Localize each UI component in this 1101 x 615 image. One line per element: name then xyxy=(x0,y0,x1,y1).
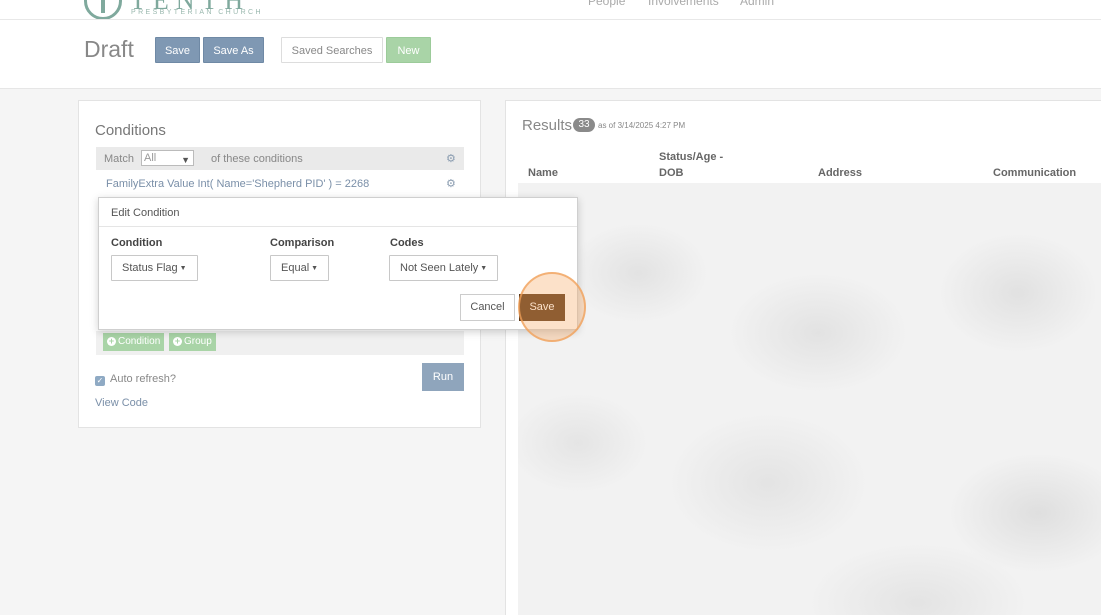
match-bar: Match All ▼ of these conditions ⚙ xyxy=(96,147,464,170)
church-logo-icon[interactable] xyxy=(84,0,122,19)
checkmark-icon[interactable]: ✓ xyxy=(95,376,105,386)
caret-down-icon: ▼ xyxy=(311,265,319,272)
auto-refresh-checkbox[interactable]: ✓ Auto refresh? xyxy=(95,373,176,386)
page-header: Draft Save Save As Saved Searches New xyxy=(0,20,1101,89)
comparison-dropdown[interactable]: Equal ▼ xyxy=(270,255,330,281)
add-group-label: Group xyxy=(184,336,212,347)
blurred-results-table xyxy=(518,183,1101,615)
save-as-button[interactable]: Save As xyxy=(203,37,264,63)
add-group-button[interactable]: + Group xyxy=(169,333,216,351)
cancel-button[interactable]: Cancel xyxy=(460,294,515,321)
page-title: Draft xyxy=(84,36,134,62)
match-select[interactable]: All ▼ xyxy=(141,150,194,166)
add-condition-label: Condition xyxy=(118,336,161,347)
view-code-link[interactable]: View Code xyxy=(95,397,148,409)
column-header-status[interactable]: Status/Age - DOB xyxy=(659,149,729,181)
gear-icon[interactable]: ⚙ xyxy=(446,152,456,165)
codes-dropdown[interactable]: Not Seen Lately ▼ xyxy=(389,255,499,281)
nav-link-admin[interactable]: Admin xyxy=(740,0,774,8)
column-header-communication[interactable]: Communication xyxy=(993,165,1076,181)
caret-down-icon: ▼ xyxy=(480,265,488,272)
results-title: Results xyxy=(522,117,573,134)
dialog-save-button[interactable]: Save xyxy=(519,294,565,321)
conditions-title: Conditions xyxy=(95,122,166,139)
plus-icon: + xyxy=(173,336,182,346)
condition-dropdown[interactable]: Status Flag ▼ xyxy=(111,255,198,281)
logo-subtitle: PRESBYTERIAN CHURCH xyxy=(131,9,263,16)
nav-link-people[interactable]: People xyxy=(588,0,625,8)
edit-condition-dialog: Edit Condition Condition Comparison Code… xyxy=(98,197,578,330)
top-navbar: TENTH PRESBYTERIAN CHURCH People Involve… xyxy=(0,0,1101,20)
match-label: Match xyxy=(104,153,134,165)
results-count-badge: 33 xyxy=(573,118,595,132)
comparison-field-label: Comparison xyxy=(270,237,335,249)
condition-dropdown-value: Status Flag xyxy=(122,262,178,274)
dialog-title: Edit Condition xyxy=(99,198,577,227)
column-header-address[interactable]: Address xyxy=(818,165,862,181)
plus-icon: + xyxy=(107,336,116,346)
condition-text[interactable]: FamilyExtra Value Int( Name='Shepherd PI… xyxy=(106,178,369,190)
auto-refresh-label: Auto refresh? xyxy=(110,373,177,385)
caret-down-icon: ▼ xyxy=(179,265,187,272)
codes-dropdown-value: Not Seen Lately xyxy=(400,262,479,274)
chevron-down-icon: ▼ xyxy=(181,155,190,165)
results-panel: Results 33 as of 3/14/2025 4:27 PM Name … xyxy=(505,100,1101,615)
condition-row[interactable]: FamilyExtra Value Int( Name='Shepherd PI… xyxy=(96,172,464,195)
gear-icon[interactable]: ⚙ xyxy=(446,177,456,190)
add-condition-button[interactable]: + Condition xyxy=(103,333,165,351)
condition-field-label: Condition xyxy=(111,237,163,249)
saved-searches-button[interactable]: Saved Searches xyxy=(281,37,383,63)
save-button[interactable]: Save xyxy=(155,37,200,63)
run-button[interactable]: Run xyxy=(422,363,464,391)
comparison-dropdown-value: Equal xyxy=(281,262,310,274)
new-button[interactable]: New xyxy=(386,37,431,63)
add-condition-bar: + Condition + Group xyxy=(96,331,464,355)
match-select-value: All xyxy=(144,152,157,164)
match-suffix: of these conditions xyxy=(211,153,303,165)
results-timestamp: as of 3/14/2025 4:27 PM xyxy=(598,121,686,130)
codes-field-label: Codes xyxy=(390,237,424,249)
column-header-name[interactable]: Name xyxy=(528,165,558,181)
nav-link-involvements[interactable]: Involvements xyxy=(648,0,719,8)
